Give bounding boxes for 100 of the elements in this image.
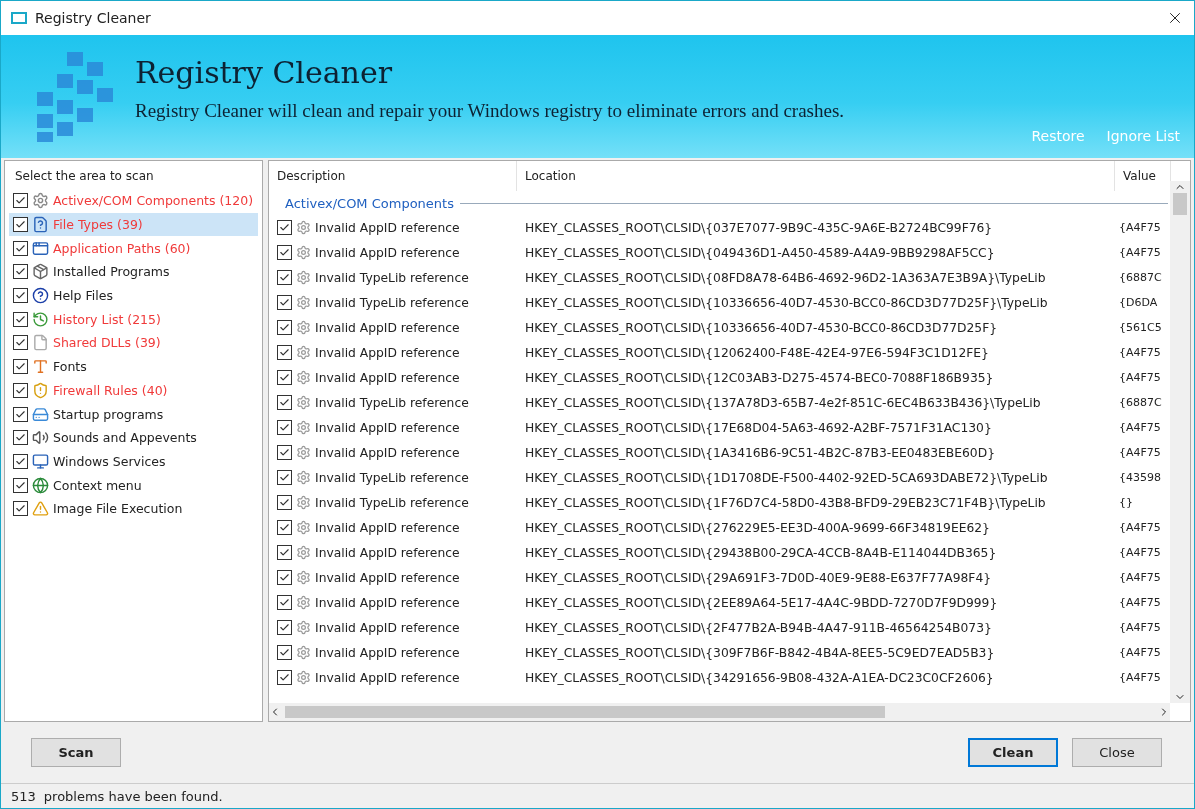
checkbox[interactable]	[13, 288, 28, 304]
scan-area-item[interactable]: Sounds and Appevents	[9, 425, 258, 450]
table-cell: Invalid AppID reference	[315, 595, 460, 610]
close-button[interactable]: Close	[1072, 737, 1162, 767]
checkbox[interactable]	[13, 406, 28, 422]
checkbox[interactable]	[277, 645, 292, 660]
checkbox[interactable]	[277, 270, 292, 285]
table-cell: HKEY_CLASSES_ROOT\CLSID\{309F7B6F-B842-4B4A-8EE5-5C9ED7EAD5B3}	[525, 645, 995, 660]
scan-area-item[interactable]: Startup programs	[9, 402, 258, 426]
check-icon	[279, 647, 290, 658]
table-cell: Invalid AppID reference	[315, 420, 460, 435]
checkbox[interactable]	[13, 430, 28, 446]
check-icon	[279, 497, 290, 508]
gear-icon	[296, 395, 311, 410]
checkbox[interactable]	[277, 295, 292, 310]
table-cell: HKEY_CLASSES_ROOT\CLSID\{17E68D04-5A63-4692-A2BF-7571F31AC130}	[525, 420, 992, 435]
table-cell: HKEY_CLASSES_ROOT\CLSID\{29438B00-29CA-4CCB-8A4B-E114044DB365}	[525, 545, 997, 560]
scan-area-item[interactable]: Firewall Rules (40)	[9, 378, 258, 403]
group-label: Activex/COM Components	[285, 195, 454, 211]
column-header[interactable]: Location	[517, 161, 1115, 191]
table-cell: Invalid AppID reference	[315, 320, 460, 335]
checkbox[interactable]	[277, 445, 292, 460]
status-message: problems have been found.	[43, 788, 223, 804]
scan-area-item[interactable]: Shared DLLs (39)	[9, 331, 258, 355]
check-icon	[279, 547, 290, 558]
file-icon	[32, 334, 49, 352]
window-icon	[32, 239, 49, 257]
gear-icon	[296, 295, 311, 310]
app-subtitle: Registry Cleaner will clean and repair your Windows registry to eliminate errors and crashes.	[135, 100, 846, 122]
check-icon	[15, 455, 26, 467]
table-cell: HKEY_CLASSES_ROOT\CLSID\{29A691F3-7D0D-40E9-9E88-E637F77A98F4}	[525, 570, 992, 585]
table-cell: Invalid AppID reference	[315, 620, 460, 635]
table-cell: {A4F75	[1119, 571, 1161, 584]
scan-area-item[interactable]: Image File Execution	[9, 496, 258, 521]
checkbox[interactable]	[13, 311, 28, 327]
checkbox[interactable]	[277, 545, 292, 560]
scan-area-item[interactable]: Fonts	[9, 354, 258, 379]
problem-count: 513	[11, 788, 36, 804]
checkbox[interactable]	[277, 370, 292, 385]
table-cell: Invalid AppID reference	[315, 520, 460, 535]
checkbox[interactable]	[277, 220, 292, 235]
checkbox[interactable]	[277, 320, 292, 335]
scan-area-item[interactable]: Windows Services	[9, 449, 258, 474]
gear-icon	[296, 320, 311, 335]
checkbox[interactable]	[277, 395, 292, 410]
checkbox[interactable]	[277, 520, 292, 535]
table-cell: Invalid TypeLib reference	[315, 270, 469, 285]
checkbox[interactable]	[13, 193, 28, 209]
checkbox[interactable]	[13, 240, 28, 256]
checkbox[interactable]	[13, 217, 28, 233]
monitor-icon	[32, 452, 49, 470]
gear-icon	[296, 345, 311, 360]
scan-button[interactable]: Scan	[31, 737, 121, 767]
table-cell: Invalid AppID reference	[315, 245, 460, 260]
table-cell: {561C5	[1119, 321, 1162, 334]
checkbox[interactable]	[277, 470, 292, 485]
checkbox[interactable]	[13, 477, 28, 493]
table-cell: Invalid TypeLib reference	[315, 395, 469, 410]
checkbox[interactable]	[13, 501, 28, 517]
checkbox[interactable]	[277, 570, 292, 585]
scan-area-item[interactable]: Application Paths (60)	[9, 236, 258, 261]
checkbox[interactable]	[277, 245, 292, 260]
table-cell: {A4F75	[1119, 546, 1161, 559]
item-label: Startup programs	[53, 406, 164, 422]
checkbox[interactable]	[277, 620, 292, 635]
table-cell: {6887C	[1119, 271, 1162, 284]
table-cell: {A4F75	[1119, 446, 1161, 459]
horizontal-scrollbar[interactable]	[269, 703, 1170, 721]
checkbox[interactable]	[13, 453, 28, 469]
checkbox[interactable]	[13, 382, 28, 398]
checkbox[interactable]	[277, 495, 292, 510]
scan-area-item[interactable]: Context menu	[9, 473, 258, 497]
checkbox[interactable]	[277, 670, 292, 685]
gear-icon	[32, 192, 49, 210]
app-title: Registry Cleaner	[135, 55, 394, 90]
scroll-thumb[interactable]	[285, 706, 885, 718]
gear-icon	[296, 420, 311, 435]
checkbox[interactable]	[277, 420, 292, 435]
scan-area-item[interactable]: Installed Programs	[9, 260, 258, 284]
gear-icon	[296, 620, 311, 635]
column-header[interactable]: Description	[269, 161, 517, 191]
clean-button[interactable]: Clean	[968, 737, 1058, 767]
checkbox[interactable]	[277, 345, 292, 360]
checkbox[interactable]	[13, 264, 28, 280]
checkbox[interactable]	[13, 335, 28, 351]
table-cell: {A4F75	[1119, 521, 1161, 534]
scan-area-item[interactable]: Activex/COM Components (120)	[9, 189, 258, 213]
table-cell: Invalid AppID reference	[315, 445, 460, 460]
checkbox[interactable]	[277, 595, 292, 610]
scan-area-item[interactable]: History List (215)	[9, 307, 258, 332]
vertical-scrollbar[interactable]	[1170, 181, 1190, 703]
table-cell: Invalid AppID reference	[315, 670, 460, 685]
scroll-thumb[interactable]	[1173, 193, 1187, 215]
table-cell: HKEY_CLASSES_ROOT\CLSID\{1F76D7C4-58D0-43B8-BFD9-29EB23C71F4B}\TypeLib	[525, 495, 1046, 510]
item-label: Activex/COM Components (120)	[53, 193, 254, 209]
check-icon	[15, 242, 26, 254]
item-label: Windows Services	[53, 453, 166, 469]
checkbox[interactable]	[13, 359, 28, 375]
scan-area-item[interactable]: Help Files	[9, 283, 258, 308]
table-cell: {43598	[1119, 471, 1161, 484]
